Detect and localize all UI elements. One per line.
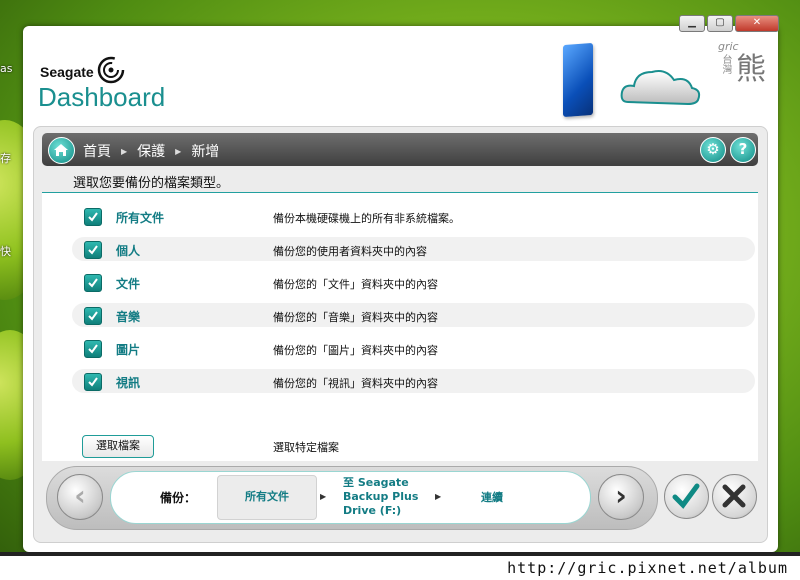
gear-icon: ⚙ bbox=[706, 140, 720, 158]
file-type-desc: 備份您的使用者資料夾中的內容 bbox=[273, 245, 427, 258]
page-subtitle: 選取您要備份的檔案類型。 bbox=[73, 176, 230, 191]
file-type-label: 個人 bbox=[116, 244, 141, 258]
backup-destination[interactable]: 至 Seagate Backup Plus Drive (F:) bbox=[343, 476, 433, 518]
desktop-icon-label[interactable]: 快 bbox=[0, 243, 11, 259]
backup-source-chip[interactable]: 所有文件 bbox=[217, 475, 317, 520]
minimize-button[interactable]: ▁ bbox=[679, 15, 705, 32]
destination-line: Backup Plus bbox=[343, 490, 419, 503]
chevron-right-icon: › bbox=[615, 479, 627, 512]
checkbox-pictures[interactable] bbox=[84, 340, 102, 358]
breadcrumb-protect[interactable]: 保護 bbox=[137, 141, 165, 161]
help-icon: ? bbox=[738, 140, 748, 158]
file-type-label: 圖片 bbox=[116, 343, 141, 357]
destination-line: 至 Seagate bbox=[343, 476, 409, 489]
watermark-glyph: 熊 bbox=[736, 52, 766, 87]
check-icon bbox=[88, 212, 98, 222]
file-type-label: 音樂 bbox=[116, 310, 141, 324]
help-button[interactable]: ? bbox=[730, 137, 756, 163]
checkmark-icon bbox=[672, 483, 700, 509]
home-icon bbox=[54, 144, 68, 156]
maximize-button[interactable]: ▢ bbox=[707, 15, 733, 32]
checkbox-documents[interactable] bbox=[84, 274, 102, 292]
home-button[interactable] bbox=[48, 137, 75, 164]
select-files-button[interactable]: 選取檔案 bbox=[82, 435, 154, 458]
close-button[interactable]: ✕ bbox=[735, 15, 779, 32]
cloud-icon bbox=[620, 70, 701, 106]
step-arrow-icon: ▶ bbox=[435, 492, 442, 501]
breadcrumb-separator-icon: ▶ bbox=[121, 146, 128, 156]
breadcrumb-separator-icon: ▶ bbox=[175, 146, 182, 156]
seagate-swirl-icon bbox=[97, 56, 125, 84]
window-controls: ▁ ▢ ✕ bbox=[679, 15, 779, 32]
check-icon bbox=[88, 278, 98, 288]
breadcrumb-home[interactable]: 首頁 bbox=[83, 141, 111, 161]
select-files-desc: 選取特定檔案 bbox=[273, 441, 339, 454]
check-icon bbox=[88, 377, 98, 387]
drive-image bbox=[563, 42, 593, 118]
desktop-icon-label[interactable]: as bbox=[0, 62, 12, 75]
watermark-logo: gric 台灣 熊 bbox=[718, 40, 778, 87]
file-type-desc: 備份您的「音樂」資料夾中的內容 bbox=[273, 311, 438, 324]
breadcrumb-add: 新增 bbox=[191, 144, 220, 160]
file-type-desc: 備份本機硬碟機上的所有非系統檔案。 bbox=[273, 212, 460, 225]
file-type-desc: 備份您的「視訊」資料夾中的內容 bbox=[273, 377, 438, 390]
checkbox-videos[interactable] bbox=[84, 373, 102, 391]
file-type-desc: 備份您的「文件」資料夾中的內容 bbox=[273, 278, 438, 291]
back-button[interactable]: ‹ bbox=[57, 474, 103, 520]
file-type-list bbox=[42, 193, 758, 461]
file-type-label: 文件 bbox=[116, 277, 141, 291]
check-icon bbox=[88, 311, 98, 321]
checkbox-all-documents[interactable] bbox=[84, 208, 102, 226]
next-button[interactable]: › bbox=[598, 474, 644, 520]
destination-line: Drive (F:) bbox=[343, 504, 402, 517]
backup-schedule[interactable]: 連續 bbox=[481, 489, 503, 505]
checkbox-music[interactable] bbox=[84, 307, 102, 325]
chevron-left-icon: ‹ bbox=[74, 479, 86, 512]
step-arrow-icon: ▶ bbox=[320, 492, 327, 501]
seagate-logo-text: Seagate bbox=[40, 64, 94, 80]
close-icon bbox=[722, 484, 746, 508]
check-icon bbox=[88, 344, 98, 354]
file-type-desc: 備份您的「圖片」資料夾中的內容 bbox=[273, 344, 438, 357]
check-icon bbox=[88, 245, 98, 255]
app-title: Dashboard bbox=[38, 82, 166, 112]
file-type-label: 視訊 bbox=[116, 376, 141, 390]
desktop-icon-label[interactable]: 存 bbox=[0, 150, 11, 166]
breadcrumb: 首頁 ▶ 保護 ▶ 新增 bbox=[83, 141, 219, 161]
file-type-label: 所有文件 bbox=[116, 211, 165, 225]
cancel-button[interactable] bbox=[712, 474, 757, 519]
settings-button[interactable]: ⚙ bbox=[700, 137, 726, 163]
checkbox-personal[interactable] bbox=[84, 241, 102, 259]
confirm-button[interactable] bbox=[664, 474, 709, 519]
backup-label: 備份： bbox=[160, 491, 197, 505]
url-watermark: http://gric.pixnet.net/album bbox=[507, 559, 788, 577]
watermark-vertical: 台灣 bbox=[720, 54, 731, 74]
